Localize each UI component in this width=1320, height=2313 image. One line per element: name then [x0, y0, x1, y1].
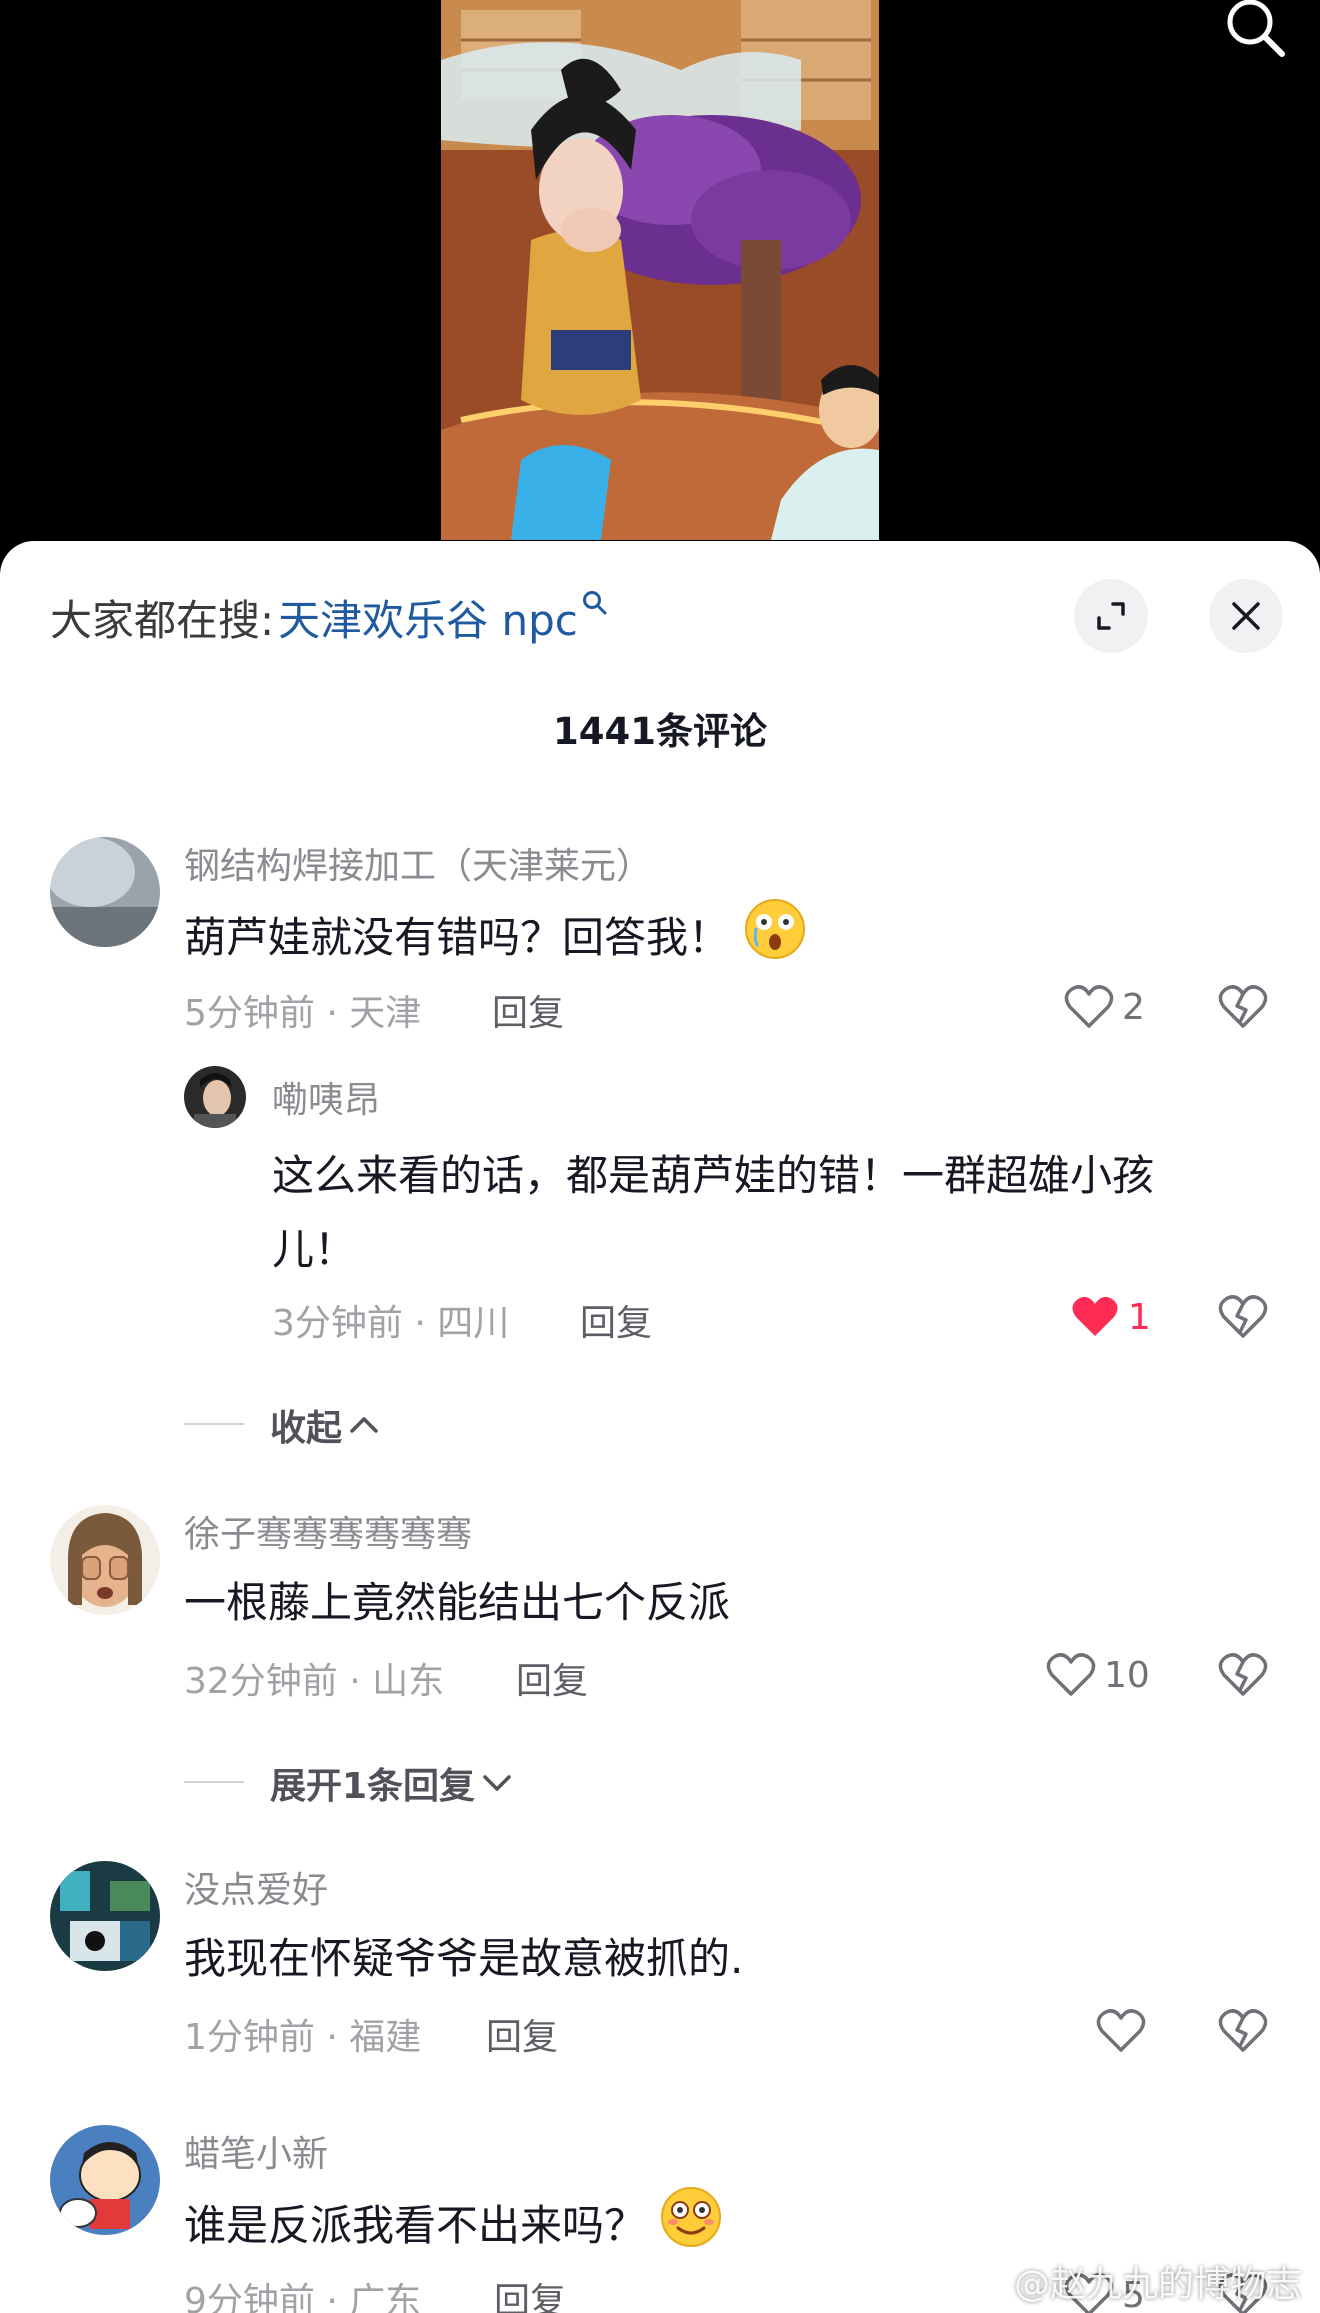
reply-button[interactable]: 回复	[494, 2272, 566, 2313]
comment-text-content: 葫芦娃就没有错吗？回答我！	[184, 913, 731, 962]
weibo-logo-icon	[962, 2264, 1006, 2300]
chevron-up-icon	[350, 1417, 378, 1433]
small-search-icon	[582, 591, 607, 615]
broken-heart-icon	[1218, 1653, 1268, 1696]
reply-avatar-image	[184, 1066, 246, 1128]
heart-filled-icon	[1072, 1296, 1118, 1336]
broken-heart-icon	[1218, 2009, 1268, 2052]
smile-emoji-icon	[660, 2186, 722, 2271]
comment-username[interactable]: 蜡笔小新	[184, 2125, 328, 2177]
like-button[interactable]	[1096, 2006, 1154, 2056]
comment-meta: 9分钟前 · 广东	[184, 2281, 422, 2313]
dislike-button[interactable]	[1218, 1650, 1268, 1700]
close-icon	[1232, 602, 1260, 630]
heart-icon	[1046, 1653, 1096, 1696]
like-button[interactable]: 2	[1064, 982, 1145, 1032]
video-area[interactable]	[0, 0, 1320, 560]
expand-replies-button[interactable]: 展开1条回复	[270, 1757, 513, 1809]
reply-button[interactable]: 回复	[492, 984, 564, 1036]
comment-meta: 5分钟前 · 天津	[184, 993, 422, 1034]
reply-avatar[interactable]	[184, 1066, 246, 1128]
expand-button[interactable]	[1074, 579, 1148, 653]
watermark: @赵九九的博物志	[962, 2255, 1302, 2307]
comment-text: 我现在怀疑爷爷是故意被抓的.	[184, 1934, 744, 1983]
heart-icon	[1096, 2009, 1146, 2052]
reply-text-line2: 儿！	[272, 1225, 357, 1274]
avatar[interactable]	[50, 2125, 160, 2235]
comment-username[interactable]: 没点爱好	[184, 1861, 328, 1913]
shocked-emoji-icon	[744, 898, 806, 983]
expand-replies-label: 展开1条回复	[270, 1766, 476, 1807]
avatar[interactable]	[50, 837, 160, 947]
watermark-text: @赵九九的博物志	[1013, 2264, 1302, 2305]
reply-username[interactable]: 嘞咦昂	[272, 1071, 380, 1123]
comment-count: 1441条评论	[553, 710, 767, 753]
collapse-label: 收起	[270, 1408, 343, 1449]
expand-icon	[1097, 602, 1125, 630]
dislike-button[interactable]	[1218, 2006, 1268, 2056]
broken-heart-icon	[1218, 1295, 1268, 1338]
reply-text-line1: 这么来看的话，都是葫芦娃的错！一群超雄小孩	[272, 1151, 1155, 1200]
comment-text-content: 谁是反派我看不出来吗？	[184, 2201, 647, 2250]
comment-username[interactable]: 徐子骞骞骞骞骞骞	[184, 1505, 472, 1557]
trending-search-link[interactable]: 天津欢乐谷 npc	[278, 587, 578, 648]
broken-heart-icon	[1218, 985, 1268, 1028]
comment-text: 一根藤上竟然能结出七个反派	[184, 1578, 731, 1627]
avatar[interactable]	[50, 1505, 160, 1615]
reply-button[interactable]: 回复	[516, 1652, 588, 1704]
trending-search: 大家都在搜: 天津欢乐谷 npc	[50, 587, 608, 647]
search-icon	[1227, 0, 1285, 57]
chevron-down-icon	[483, 1775, 511, 1791]
like-button[interactable]: 10	[1046, 1650, 1150, 1700]
like-button[interactable]: 1	[1070, 1292, 1151, 1342]
comment-text: 谁是反派我看不出来吗？	[184, 2186, 722, 2271]
video-scene-graphic	[441, 0, 879, 540]
avatar-image	[50, 1505, 160, 1615]
search-button[interactable]	[1220, 0, 1290, 62]
toggle-divider	[184, 1781, 244, 1783]
trending-search-prefix: 大家都在搜:	[50, 595, 275, 645]
comment-meta: 1分钟前 · 福建	[184, 2017, 422, 2058]
dislike-button[interactable]	[1218, 982, 1268, 1032]
like-count: 2	[1122, 986, 1145, 1028]
comment-username[interactable]: 钢结构焊接加工（天津莱元）	[184, 837, 652, 889]
dislike-button[interactable]	[1218, 1292, 1268, 1342]
avatar-image	[50, 1861, 160, 1971]
reply-button[interactable]: 回复	[580, 1294, 652, 1346]
comment-meta: 32分钟前 · 山东	[184, 1661, 445, 1702]
avatar[interactable]	[50, 1861, 160, 1971]
video-thumbnail[interactable]	[441, 0, 879, 540]
heart-icon	[1064, 985, 1114, 1028]
like-count: 1	[1128, 1296, 1151, 1338]
avatar-image	[50, 837, 160, 947]
avatar-image	[50, 2125, 160, 2235]
comment-text: 葫芦娃就没有错吗？回答我！	[184, 898, 806, 983]
like-count: 10	[1104, 1654, 1150, 1696]
reply-meta: 3分钟前 · 四川	[272, 1303, 510, 1344]
toggle-divider	[184, 1423, 244, 1425]
collapse-replies-button[interactable]: 收起	[184, 1399, 380, 1451]
reply-button[interactable]: 回复	[486, 2008, 558, 2060]
comment-sheet: 大家都在搜: 天津欢乐谷 npc 1441条评论 钢结构焊接加工（天津莱元） 葫…	[0, 541, 1320, 2313]
close-button[interactable]	[1209, 579, 1283, 653]
